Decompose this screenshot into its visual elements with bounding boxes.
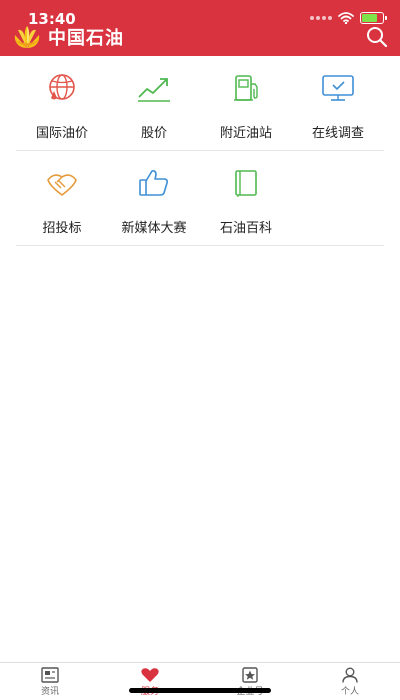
trend-up-icon	[136, 70, 172, 106]
service-intl-oil-price[interactable]: 国际油价	[16, 56, 108, 150]
page-title: 中国石油	[48, 28, 124, 49]
service-petroleum-encyclopedia[interactable]: 石油百科	[200, 151, 292, 245]
fuel-pump-icon	[228, 70, 264, 106]
battery-icon	[360, 12, 387, 24]
brand: 中国石油	[12, 24, 124, 50]
tab-enterprise[interactable]: 企业号	[200, 663, 300, 700]
tab-label: 个人	[340, 687, 359, 697]
monitor-check-icon	[320, 70, 356, 106]
newspaper-icon	[41, 667, 59, 683]
cell-signal-icon	[310, 16, 332, 20]
service-label: 附近油站	[219, 126, 272, 141]
home-indicator[interactable]	[129, 688, 271, 693]
service-label: 国际油价	[35, 126, 88, 141]
service-nearby-stations[interactable]: 附近油站	[200, 56, 292, 150]
service-online-survey[interactable]: 在线调查	[292, 56, 384, 150]
wifi-icon	[338, 12, 354, 24]
search-icon[interactable]	[366, 26, 388, 48]
star-badge-icon	[242, 667, 258, 683]
tab-label: 资讯	[40, 687, 59, 697]
service-stock-price[interactable]: 股价	[108, 56, 200, 150]
thumbs-up-icon	[136, 165, 172, 201]
service-label: 股价	[140, 126, 167, 141]
bottom-tab-bar: 资讯 服务 企业号 个人	[0, 662, 400, 700]
service-label: 在线调查	[311, 126, 364, 141]
header-bar: 13:40 中国石油	[0, 0, 400, 56]
status-icons	[310, 12, 387, 24]
tab-news[interactable]: 资讯	[0, 663, 100, 700]
handshake-icon	[44, 165, 80, 201]
services-row-1: 国际油价 股价 附近油站 在线调查	[16, 56, 384, 151]
service-label: 新媒体大赛	[121, 221, 187, 236]
service-new-media-contest[interactable]: 新媒体大赛	[108, 151, 200, 245]
globe-drop-icon	[44, 70, 80, 106]
petrochina-logo-icon	[14, 26, 40, 48]
service-label: 招投标	[42, 221, 82, 236]
heart-icon	[141, 668, 159, 682]
person-icon	[342, 667, 358, 683]
services-grid: 国际油价 股价 附近油站 在线调查 招投标 新媒体大赛 石油百科	[16, 56, 384, 246]
services-row-2: 招投标 新媒体大赛 石油百科	[16, 151, 384, 246]
book-icon	[228, 165, 264, 201]
tab-profile[interactable]: 个人	[300, 663, 400, 700]
service-label: 石油百科	[219, 221, 272, 236]
tab-services[interactable]: 服务	[100, 663, 200, 700]
app-screen: 13:40 中国石油 国际油价 股价 附近油站 在线调查 招投标 新媒体大赛 石…	[0, 0, 400, 700]
service-bidding[interactable]: 招投标	[16, 151, 108, 245]
